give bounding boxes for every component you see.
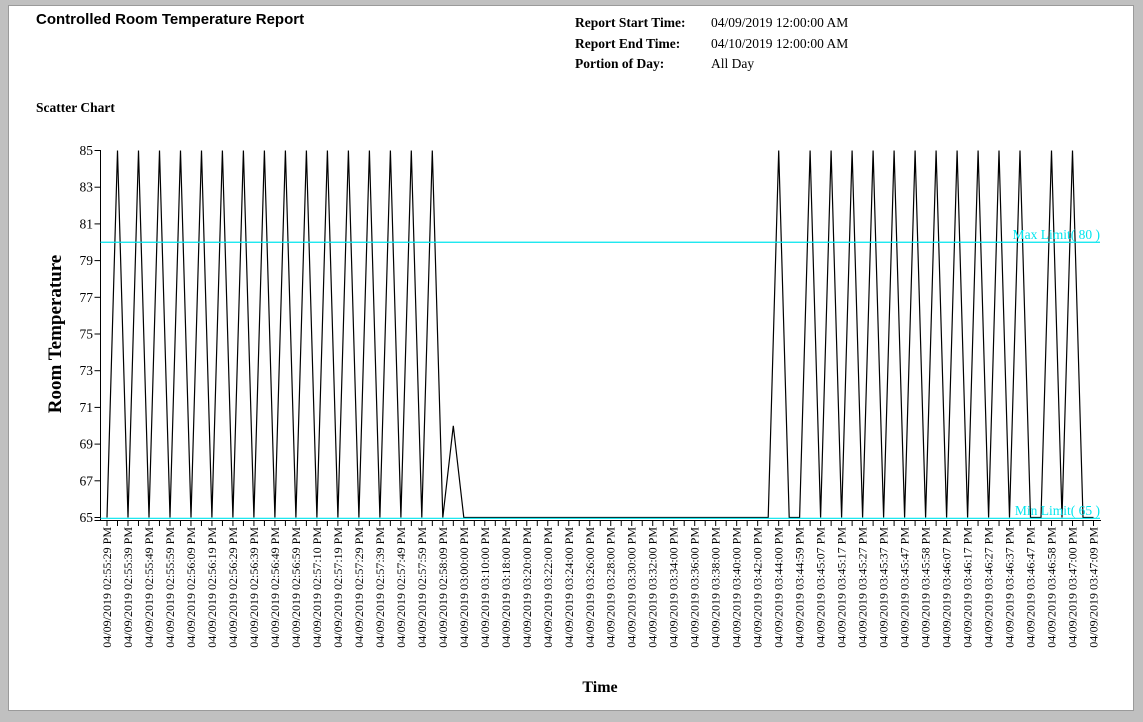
x-tick-label: 04/09/2019 03:18:00 PM: [499, 527, 513, 648]
x-tick-label: 04/09/2019 02:58:09 PM: [436, 527, 450, 648]
x-tick-label: 04/09/2019 02:55:59 PM: [163, 527, 177, 648]
x-tick-label: 04/09/2019 03:26:00 PM: [583, 527, 597, 648]
x-tick-label: 04/09/2019 03:42:00 PM: [751, 527, 765, 648]
x-tick-label: 04/09/2019 03:44:59 PM: [793, 527, 807, 648]
x-tick-label: 04/09/2019 03:40:00 PM: [730, 527, 744, 648]
y-axis-ticks: 85 83 81 79 77 75 73 71 69 67 65: [80, 143, 101, 525]
x-tick-label: 04/09/2019 02:55:29 PM: [100, 527, 114, 648]
scatter-chart: 85 83 81 79 77 75 73 71 69 67 65 04/09/2019 02:55:2…: [0, 0, 1143, 722]
y-tick-label: 65: [80, 510, 94, 525]
x-tick-label: 04/09/2019 02:57:10 PM: [310, 527, 324, 648]
x-tick-label: 04/09/2019 03:45:07 PM: [814, 527, 828, 648]
x-tick-label: 04/09/2019 03:46:07 PM: [940, 527, 954, 648]
x-axis-title: Time: [582, 679, 617, 696]
x-tick-label: 04/09/2019 03:46:47 PM: [1024, 527, 1038, 648]
x-tick-label: 04/09/2019 03:46:37 PM: [1003, 527, 1017, 648]
min-limit-label: Min Limit( 65 ): [1015, 503, 1100, 518]
x-tick-label: 04/09/2019 03:46:17 PM: [961, 527, 975, 648]
x-tick-label: 04/09/2019 03:45:37 PM: [877, 527, 891, 648]
y-tick-label: 77: [80, 290, 94, 305]
x-tick-label: 04/09/2019 02:56:09 PM: [184, 527, 198, 648]
y-tick-label: 71: [80, 400, 94, 415]
x-tick-label: 04/09/2019 03:45:17 PM: [835, 527, 849, 648]
y-tick-label: 85: [80, 143, 94, 158]
report-window: { "page": { "title": "Controlled Room Te…: [0, 0, 1143, 722]
x-tick-label: 04/09/2019 03:45:47 PM: [898, 527, 912, 648]
x-tick-label: 04/09/2019 03:44:00 PM: [772, 527, 786, 648]
x-tick-label: 04/09/2019 02:57:59 PM: [415, 527, 429, 648]
x-tick-label: 04/09/2019 03:47:00 PM: [1066, 527, 1080, 648]
x-tick-label: 04/09/2019 02:56:19 PM: [205, 527, 219, 648]
x-tick-label: 04/09/2019 03:28:00 PM: [604, 527, 618, 648]
y-tick-label: 67: [80, 473, 94, 488]
x-tick-label: 04/09/2019 02:56:39 PM: [247, 527, 261, 648]
x-tick-label: 04/09/2019 02:57:19 PM: [331, 527, 345, 648]
x-tick-label: 04/09/2019 03:32:00 PM: [646, 527, 660, 648]
x-tick-label: 04/09/2019 02:57:39 PM: [373, 527, 387, 648]
x-tick-label: 04/09/2019 02:56:59 PM: [289, 527, 303, 648]
y-tick-label: 69: [80, 437, 94, 452]
x-tick-label: 04/09/2019 03:36:00 PM: [688, 527, 702, 648]
x-tick-label: 04/09/2019 02:56:49 PM: [268, 527, 282, 648]
x-axis-ticks: 04/09/2019 02:55:29 PM 04/09/2019 02:55:3…: [100, 521, 1101, 648]
x-tick-label: 04/09/2019 03:22:00 PM: [541, 527, 555, 648]
y-tick-label: 75: [80, 327, 94, 342]
x-tick-label: 04/09/2019 02:56:29 PM: [226, 527, 240, 648]
x-tick-label: 04/09/2019 02:57:49 PM: [394, 527, 408, 648]
x-tick-label: 04/09/2019 03:38:00 PM: [709, 527, 723, 648]
max-limit-label: Max Limit( 80 ): [1013, 227, 1100, 242]
x-tick-label: 04/09/2019 02:55:39 PM: [121, 527, 135, 648]
y-tick-label: 81: [80, 216, 94, 231]
x-tick-label: 04/09/2019 03:45:27 PM: [856, 527, 870, 648]
x-tick-label: 04/09/2019 03:46:27 PM: [982, 527, 996, 648]
x-tick-label: 04/09/2019 03:46:58 PM: [1045, 527, 1059, 648]
y-tick-label: 79: [80, 253, 94, 268]
x-tick-label: 04/09/2019 03:47:09 PM: [1087, 527, 1101, 648]
y-tick-label: 83: [80, 180, 94, 195]
x-tick-label: 04/09/2019 02:55:49 PM: [142, 527, 156, 648]
x-tick-label: 04/09/2019 03:10:00 PM: [478, 527, 492, 648]
x-tick-label: 04/09/2019 03:34:00 PM: [667, 527, 681, 648]
temperature-series-line: [107, 151, 1094, 518]
y-axis-title: Room Temperature: [45, 255, 66, 414]
x-tick-label: 04/09/2019 03:45:58 PM: [919, 527, 933, 648]
x-tick-label: 04/09/2019 03:20:00 PM: [520, 527, 534, 648]
x-tick-label: 04/09/2019 03:00:00 PM: [457, 527, 471, 648]
y-tick-label: 73: [80, 363, 94, 378]
x-tick-label: 04/09/2019 03:30:00 PM: [625, 527, 639, 648]
x-tick-label: 04/09/2019 03:24:00 PM: [562, 527, 576, 648]
x-tick-label: 04/09/2019 02:57:29 PM: [352, 527, 366, 648]
